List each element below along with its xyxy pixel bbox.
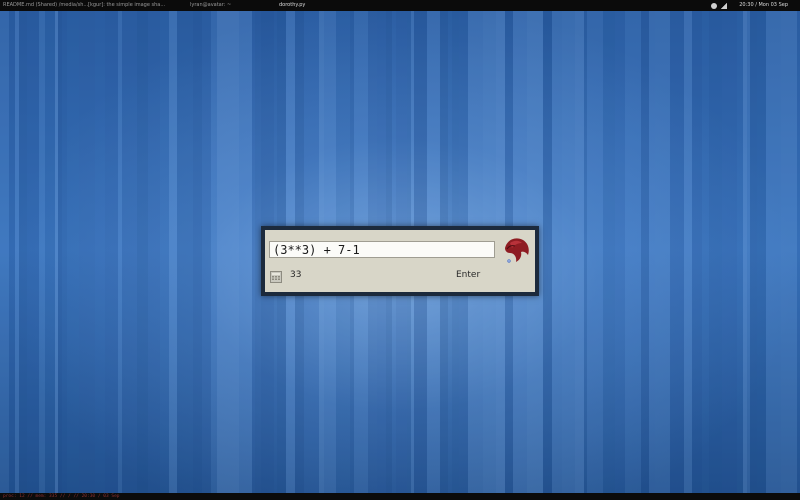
wallpaper-stripe xyxy=(55,0,58,500)
wallpaper-stripe xyxy=(169,0,177,500)
wallpaper-stripe xyxy=(702,0,709,500)
wallpaper-stripe xyxy=(58,0,62,500)
wallpaper-stripe xyxy=(737,0,743,500)
wallpaper-stripe xyxy=(137,0,148,500)
wallpaper-stripe xyxy=(223,0,239,500)
query-input[interactable] xyxy=(269,241,495,258)
wallpaper-stripe xyxy=(587,0,603,500)
result-value[interactable]: 33 xyxy=(290,268,301,282)
bottom-status-bar: proc: 12 // mem: 335 // / // 20:30 / 03 … xyxy=(0,493,800,500)
launcher-window: 33 Enter xyxy=(261,226,539,296)
wallpaper-stripe xyxy=(160,0,169,500)
wallpaper-stripe xyxy=(709,0,722,500)
top-panel: README.md (Shared) /media/sh... [kgur]: … xyxy=(0,0,800,11)
wallpaper-stripe xyxy=(722,0,737,500)
wallpaper-stripe xyxy=(217,0,223,500)
wallpaper-stripe xyxy=(692,0,696,500)
status-text: proc: 12 // mem: 335 // / // 20:30 / 03 … xyxy=(3,494,120,499)
wallpaper-stripe xyxy=(757,0,766,500)
wallpaper-stripe xyxy=(603,0,615,500)
launcher-panel: 33 Enter xyxy=(265,230,535,292)
wallpaper-stripe xyxy=(239,0,252,500)
wallpaper-stripe xyxy=(747,0,750,500)
wallpaper-stripe xyxy=(625,0,641,500)
wallpaper-stripe xyxy=(27,0,39,500)
signal-icon[interactable] xyxy=(720,2,728,9)
wallpaper-stripe xyxy=(696,0,702,500)
wallpaper-stripe xyxy=(62,0,67,500)
wallpaper-stripe xyxy=(67,0,79,500)
wallpaper-stripe xyxy=(193,0,202,500)
calculator-icon xyxy=(270,271,282,283)
wallpaper-stripe xyxy=(79,0,95,500)
wallpaper-stripe xyxy=(781,0,797,500)
wallpaper-stripe xyxy=(684,0,692,500)
wallpaper-stripe xyxy=(15,0,19,500)
desktop: README.md (Shared) /media/sh... [kgur]: … xyxy=(0,0,800,500)
wallpaper-stripe xyxy=(655,0,670,500)
wallpaper-stripe xyxy=(252,0,255,500)
clock[interactable]: 20:30 / Mon 03 Sep xyxy=(739,0,788,11)
wallpaper-stripe xyxy=(19,0,27,500)
wallpaper-stripe xyxy=(122,0,137,500)
wallpaper-stripe xyxy=(750,0,757,500)
taskbar-item-terminal[interactable]: lyran@avatar: ~ xyxy=(190,0,231,11)
wallpaper-stripe xyxy=(45,0,55,500)
wallpaper-stripe xyxy=(0,0,9,500)
taskbar-item-dorothy[interactable]: dorothy.py xyxy=(279,0,305,11)
network-icon[interactable] xyxy=(711,2,718,9)
taskbar-item-readme[interactable]: README.md (Shared) /media/sh... xyxy=(3,0,88,11)
wallpaper-stripe xyxy=(202,0,211,500)
wallpaper-stripe xyxy=(95,0,105,500)
wallpaper-stripe xyxy=(575,0,584,500)
wallpaper-stripe xyxy=(766,0,781,500)
wallpaper-stripe xyxy=(177,0,193,500)
red-bird-logo-icon xyxy=(505,238,529,263)
wallpaper-stripe xyxy=(670,0,684,500)
wallpaper-stripe xyxy=(211,0,217,500)
wallpaper-stripe xyxy=(148,0,160,500)
wallpaper-stripe xyxy=(118,0,122,500)
wallpaper-stripe xyxy=(39,0,45,500)
wallpaper-stripe xyxy=(543,0,552,500)
system-tray: 20:30 / Mon 03 Sep xyxy=(711,0,800,11)
wallpaper-stripe xyxy=(105,0,118,500)
taskbar-item-image-share[interactable]: [kgur]: the simple image sha... xyxy=(88,0,165,11)
wallpaper-stripe xyxy=(649,0,655,500)
wallpaper-stripe xyxy=(615,0,625,500)
wallpaper-stripe xyxy=(641,0,649,500)
wallpaper-stripe xyxy=(743,0,747,500)
wallpaper-stripe xyxy=(552,0,562,500)
wallpaper-stripe xyxy=(584,0,587,500)
wallpaper-stripe xyxy=(9,0,15,500)
enter-action-label[interactable]: Enter xyxy=(456,268,480,282)
wallpaper-stripe xyxy=(562,0,575,500)
